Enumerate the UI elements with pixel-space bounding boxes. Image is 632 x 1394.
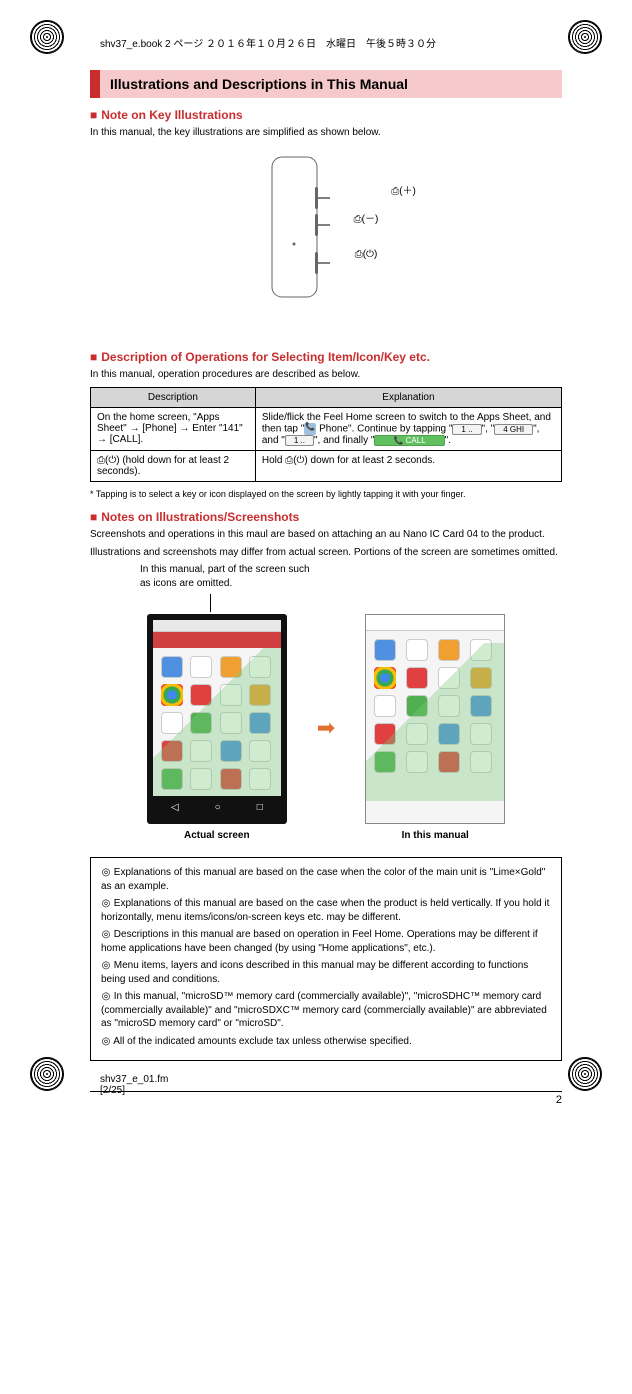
cell-desc-2: ⎙(⏻) (hold down for at least 2 seconds). <box>91 451 256 482</box>
notes-box: ◎ Explanations of this manual are based … <box>90 857 562 1061</box>
call-button-icon: 📞 CALL <box>374 435 444 446</box>
actual-screenshot: ◁○□ Actual screen <box>147 614 287 841</box>
crop-mark-br <box>568 1057 602 1096</box>
cell-expl-1: Slide/flick the Feel Home screen to swit… <box>255 408 561 451</box>
table-row: On the home screen, "Apps Sheet" → [Phon… <box>91 408 562 451</box>
note-item: ◎ In this manual, "microSD™ memory card … <box>101 990 551 1031</box>
page: shv37_e.book 2 ページ ２０１６年１０月２６日 水曜日 午後５時３… <box>0 0 632 1136</box>
screenshots-row: ◁○□ Actual screen ➡ In this manual <box>90 614 562 841</box>
callout-line <box>210 594 211 612</box>
arrow-icon: ➡ <box>317 715 335 741</box>
cell-expl-2: Hold ⎙(⏻) down for at least 2 seconds. <box>255 451 561 482</box>
note-item: ◎ Explanations of this manual are based … <box>101 897 551 924</box>
caption-omitted-note: In this manual, part of the screen such … <box>140 563 320 590</box>
key-label-plus: ⎙(＋) <box>391 186 416 197</box>
subhead-key-illustrations: Note on Key Illustrations <box>90 108 562 122</box>
footer-file: shv37_e_01.fm [2/25] <box>100 1074 168 1096</box>
cell-desc-1: On the home screen, "Apps Sheet" → [Phon… <box>91 408 256 451</box>
phone-key-diagram: ⎙(＋) ⎙(－) ⎙(⏻) <box>90 152 562 332</box>
table-row: ⎙(⏻) (hold down for at least 2 seconds).… <box>91 451 562 482</box>
body-key-illustrations: In this manual, the key illustrations ar… <box>90 126 562 140</box>
book-info: shv37_e.book 2 ページ ２０１６年１０月２６日 水曜日 午後５時３… <box>100 35 436 50</box>
footnote-tapping: * Tapping is to select a key or icon dis… <box>90 488 562 500</box>
crop-mark-tr <box>568 20 602 59</box>
key-label-minus: ⎙(－) <box>354 214 379 225</box>
note-item: ◎ Explanations of this manual are based … <box>101 866 551 893</box>
note-item: ◎ All of the indicated amounts exclude t… <box>101 1035 551 1049</box>
subhead-operations: Description of Operations for Selecting … <box>90 350 562 364</box>
body-screenshots-2: Illustrations and screenshots may differ… <box>90 546 562 560</box>
keypad-1-icon: 1 .. <box>452 424 481 435</box>
crop-mark-bl <box>30 1057 64 1096</box>
th-description: Description <box>91 388 256 408</box>
body-operations: In this manual, operation procedures are… <box>90 368 562 382</box>
key-label-power: ⎙(⏻) <box>355 249 378 260</box>
crop-mark-tl <box>30 20 64 59</box>
operations-table: Description Explanation On the home scre… <box>90 387 562 482</box>
section-heading: Illustrations and Descriptions in This M… <box>90 70 562 98</box>
keypad-1b-icon: 1 .. <box>285 435 314 446</box>
th-explanation: Explanation <box>255 388 561 408</box>
manual-screenshot: In this manual <box>365 614 505 841</box>
section-title: Illustrations and Descriptions in This M… <box>110 76 552 92</box>
note-item: ◎ Descriptions in this manual are based … <box>101 928 551 955</box>
manual-caption: In this manual <box>365 830 505 841</box>
subhead-screenshots: Notes on Illustrations/Screenshots <box>90 510 562 524</box>
actual-caption: Actual screen <box>147 830 287 841</box>
phone-icon <box>304 423 316 435</box>
keypad-4-icon: 4 GHI <box>494 424 533 435</box>
note-item: ◎ Menu items, layers and icons described… <box>101 959 551 986</box>
body-screenshots-1: Screenshots and operations in this maul … <box>90 528 562 542</box>
page-number: 2 <box>556 1094 562 1106</box>
